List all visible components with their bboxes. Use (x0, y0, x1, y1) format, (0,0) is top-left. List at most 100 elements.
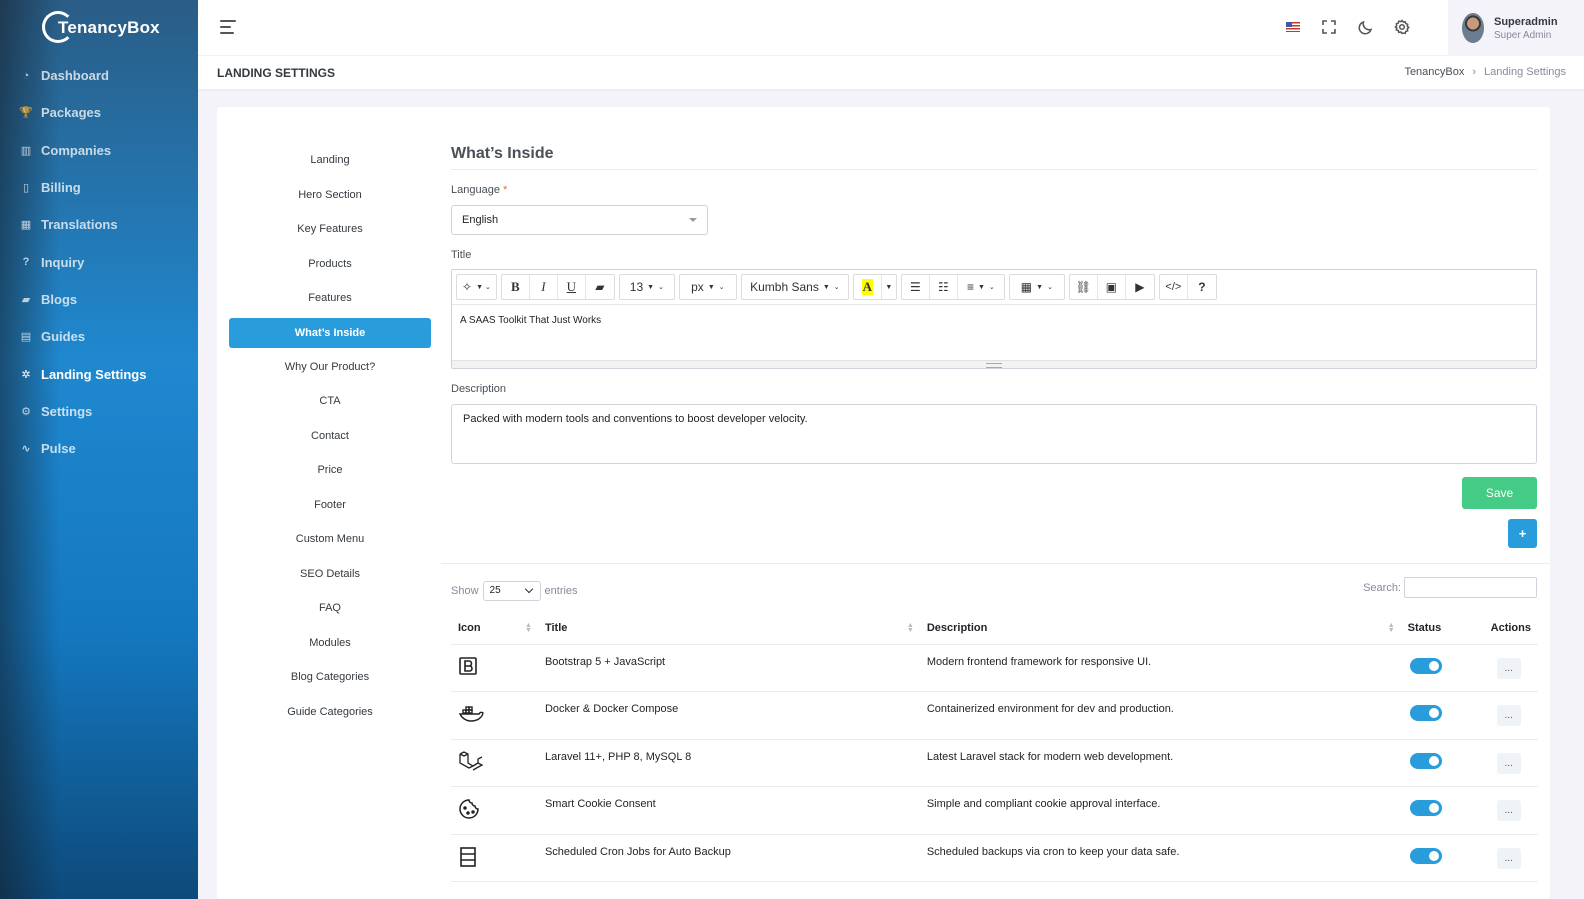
sidebar-item-packages[interactable]: 🏆 Packages (0, 94, 198, 131)
dark-mode-icon[interactable] (1356, 17, 1376, 37)
subnav-item[interactable]: Features (229, 281, 431, 316)
bold-icon[interactable]: B (502, 275, 530, 299)
eraser-icon[interactable]: ▰ (586, 275, 614, 299)
app-logo[interactable]: TenancyBox (42, 8, 172, 48)
required-marker: * (503, 184, 508, 196)
image-icon[interactable]: ▣ (1098, 275, 1126, 299)
font-unit-dropdown[interactable]: px ▼ ⌄ (680, 275, 736, 299)
color-dropdown-icon[interactable]: ▼ (882, 275, 896, 299)
entries-length: Show 25 entries (451, 581, 578, 601)
row-actions-button[interactable]: ... (1496, 847, 1521, 869)
font-size-dropdown[interactable]: 13 ▼ ⌄ (620, 275, 674, 299)
editor-resize-handle[interactable] (452, 360, 1536, 368)
breadcrumb-root[interactable]: TenancyBox (1404, 66, 1464, 78)
help-icon[interactable]: ? (1188, 275, 1216, 299)
subnav-item[interactable]: Hero Section (229, 178, 431, 213)
bullet-list-icon[interactable]: ☰ (902, 275, 930, 299)
subnav-item[interactable]: Custom Menu (229, 522, 431, 557)
status-toggle[interactable] (1409, 752, 1442, 769)
save-button[interactable]: Save (1462, 477, 1537, 509)
section-heading: What’s Inside (451, 145, 554, 162)
status-toggle[interactable] (1409, 705, 1442, 721)
page-title-bar: LANDING SETTINGS TenancyBox › Landing Sett… (198, 56, 1584, 89)
subnav-item[interactable]: Footer (229, 488, 431, 523)
subnav-item[interactable]: Modules (229, 626, 431, 661)
status-toggle[interactable] (1409, 657, 1442, 674)
underline-icon[interactable]: U (558, 275, 586, 299)
sidebar-item-settings[interactable]: ⚙ Settings (0, 393, 198, 430)
text-color-icon[interactable]: A (854, 275, 882, 299)
settings-gear-icon[interactable] (1392, 17, 1412, 37)
video-icon[interactable]: ▶ (1126, 275, 1154, 299)
table-row: Bootstrap 5 + JavaScript Modern frontend … (451, 644, 1538, 692)
sidebar-item-label: Billing (41, 180, 81, 196)
font-family-dropdown[interactable]: Kumbh Sans ▼ ⌄ (742, 275, 848, 299)
user-menu[interactable]: Superadmin Super Admin (1448, 0, 1584, 56)
sort-icon: ▲ ▼ (525, 622, 532, 634)
menu-toggle-icon[interactable] (220, 20, 236, 34)
sidebar-item-inquiry[interactable]: ? Inquiry (0, 243, 198, 280)
column-header-icon[interactable]: Icon ▲ ▼ (451, 612, 538, 645)
subnav-item[interactable]: Why Our Product? (229, 350, 431, 385)
subnav-item[interactable]: Price (229, 453, 431, 488)
sidebar-item-blogs[interactable]: ▰ Blogs (0, 281, 198, 318)
sidebar-item-label: Inquiry (41, 254, 85, 270)
sidebar-item-billing[interactable]: ▯ Billing (0, 169, 198, 206)
numbered-list-icon[interactable]: ☷ (930, 275, 958, 299)
row-actions-button[interactable]: ... (1496, 752, 1521, 774)
add-item-button[interactable]: + (1508, 519, 1537, 548)
docker-icon (458, 706, 484, 727)
row-actions-button[interactable]: ... (1496, 657, 1521, 679)
code-view-icon[interactable]: </> (1160, 275, 1188, 299)
sidebar-item-label: Translations (41, 217, 118, 233)
subnav-item[interactable]: Contact (229, 419, 431, 454)
description-textarea[interactable]: Packed with modern tools and conventions… (451, 404, 1537, 464)
magic-style-icon[interactable]: ✧ ▼ ⌄ (457, 275, 496, 299)
subnav-item[interactable]: Landing (229, 143, 431, 178)
topbar: Superadmin Super Admin (198, 0, 1584, 56)
language-select[interactable]: English (451, 205, 708, 235)
row-title: Scheduled Cron Jobs for Auto Backup (537, 834, 920, 882)
table-insert-icon[interactable]: ▦ ▼ ⌄ (1010, 275, 1064, 299)
search-input[interactable] (1404, 577, 1537, 598)
subnav-item[interactable]: Blog Categories (229, 660, 431, 695)
italic-icon[interactable]: I (530, 275, 558, 299)
sidebar-item-translations[interactable]: ▦ Translations (0, 206, 198, 243)
status-toggle[interactable] (1409, 800, 1442, 816)
row-actions-button[interactable]: ... (1496, 705, 1521, 726)
file-icon: ▯ (22, 182, 30, 195)
sidebar-item-pulse[interactable]: ∿ Pulse (0, 430, 198, 467)
fullscreen-icon[interactable] (1319, 17, 1339, 37)
avatar (1462, 13, 1484, 43)
table-row: Laravel 11+, PHP 8, MySQL 8 Latest Larave… (451, 739, 1538, 787)
subnav-item[interactable]: SEO Details (229, 557, 431, 592)
sidebar-item-landing-settings[interactable]: ✲ Landing Settings (0, 355, 198, 392)
row-description: Scheduled backups via cron to keep your … (919, 834, 1401, 882)
link-icon[interactable]: ⛓ (1070, 275, 1098, 299)
entries-label: entries (544, 585, 578, 597)
entries-select[interactable]: 25 (482, 581, 541, 601)
status-toggle[interactable] (1409, 847, 1442, 864)
subnav-item[interactable]: Guide Categories (229, 695, 431, 730)
table-row: Scheduled Cron Jobs for Auto Backup Sched… (451, 834, 1538, 882)
row-description: Containerized environment for dev and pr… (919, 691, 1401, 740)
sidebar-item-guides[interactable]: ▤ Guides (0, 318, 198, 355)
align-dropdown-icon[interactable]: ≡ ▼ ⌄ (958, 275, 1004, 299)
sidebar-item-label: Guides (41, 329, 86, 345)
table-controls: Show 25 entries Search: (451, 577, 1537, 601)
row-actions-button[interactable]: ... (1496, 800, 1521, 821)
editor-toolbar: ✧ ▼ ⌄ B I U ▰ 13 ▼ ⌄ px ▼ ⌄ Kumbh Sans ▼ ⌄ A ▼ ☰… (452, 270, 1536, 305)
column-header-title[interactable]: Title ▲ ▼ (537, 612, 920, 645)
column-header-status: Status (1400, 612, 1484, 645)
title-editor-content[interactable]: A SAAS Toolkit That Just Works (452, 305, 1536, 360)
subnav-item[interactable]: FAQ (229, 591, 431, 626)
subnav-item[interactable]: Key Features (229, 212, 431, 247)
sidebar-item-dashboard[interactable]: ◔ Dashboard (0, 57, 198, 94)
subnav-item[interactable]: What’s Inside (229, 317, 431, 348)
features-table: Icon ▲ ▼ Title ▲ ▼ Description ▲ ▼ Status Acti… (451, 612, 1538, 882)
subnav-item[interactable]: CTA (229, 384, 431, 419)
language-flag-icon[interactable] (1283, 17, 1303, 37)
column-header-description[interactable]: Description ▲ ▼ (919, 612, 1401, 645)
sidebar-item-companies[interactable]: ▥ Companies (0, 132, 198, 169)
subnav-item[interactable]: Products (229, 247, 431, 282)
